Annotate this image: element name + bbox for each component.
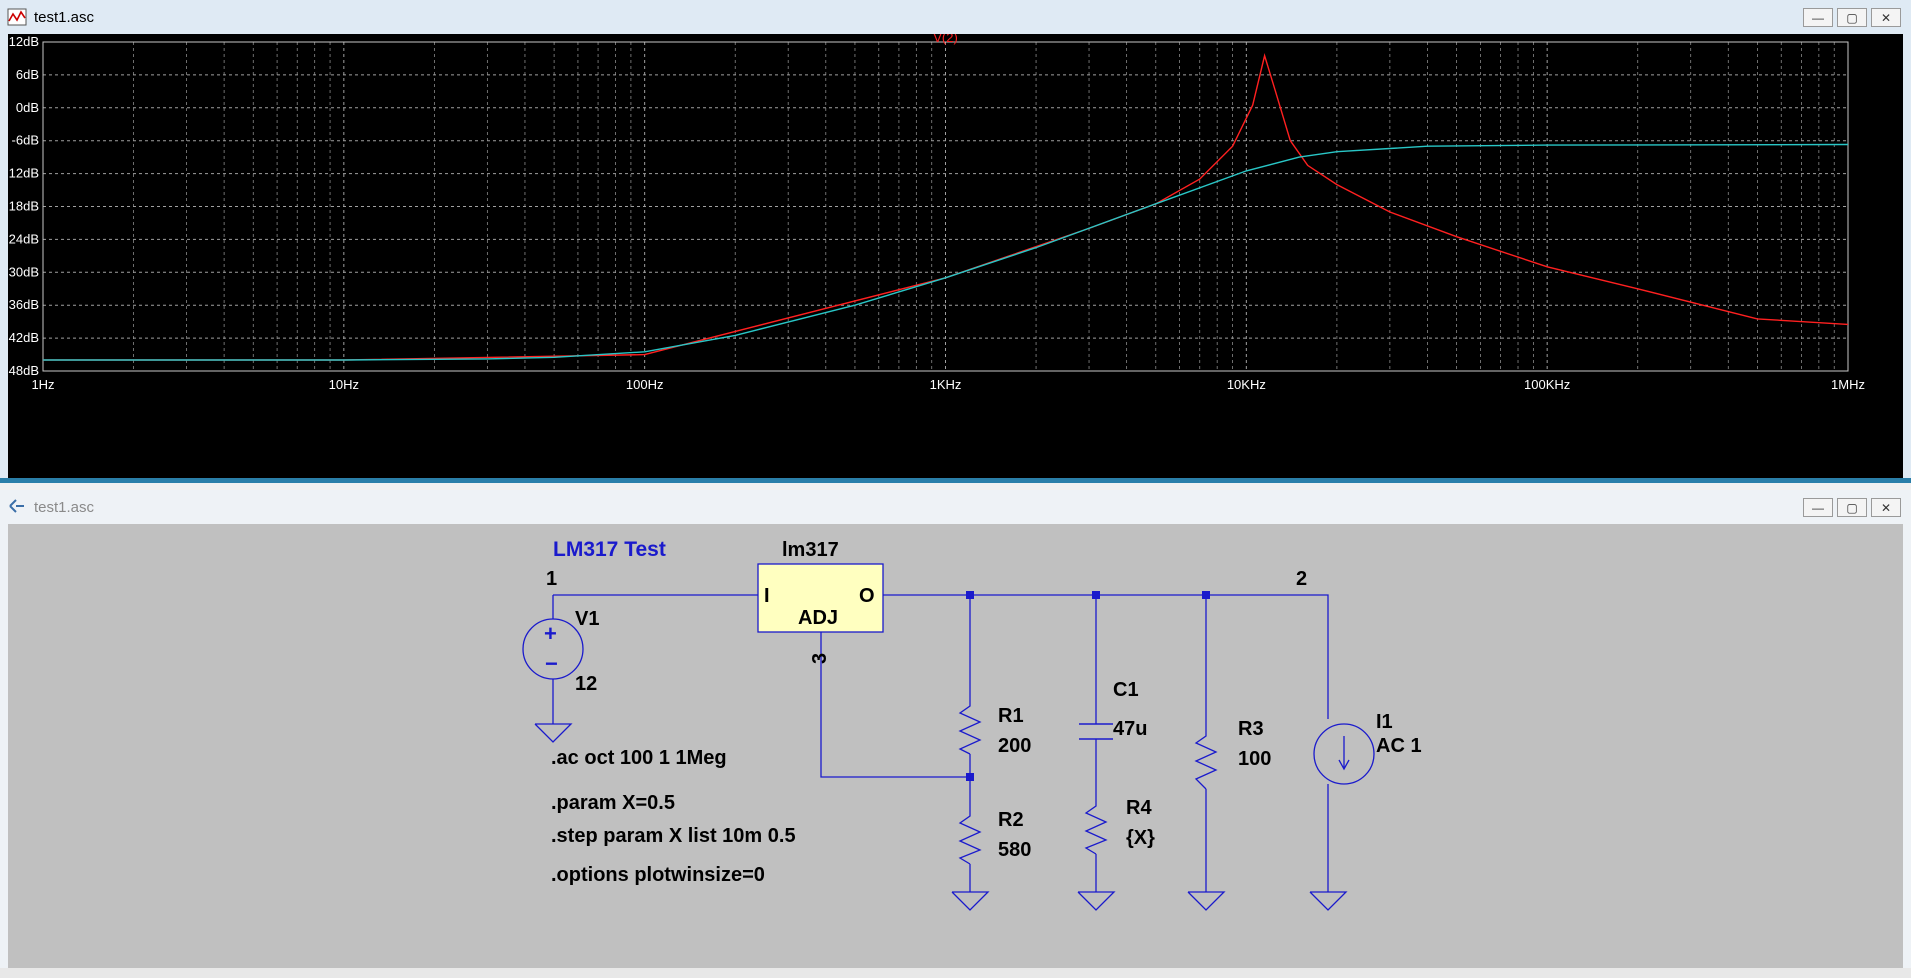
maximize-button[interactable]: ▢	[1837, 8, 1867, 27]
schematic-app-icon	[9, 499, 24, 513]
y-tick-label: -42dB	[8, 330, 39, 345]
y-tick-label: -30dB	[8, 264, 39, 279]
window-separator	[0, 478, 1911, 483]
schematic-title: LM317 Test	[553, 538, 666, 561]
r2-value: 580	[998, 839, 1031, 861]
minimize-button[interactable]: —	[1803, 8, 1833, 27]
pin-out-label: O	[859, 585, 875, 607]
r1-value: 200	[998, 735, 1031, 757]
y-tick-label: -36dB	[8, 297, 39, 312]
y-tick-label: -24dB	[8, 231, 39, 246]
plot-canvas[interactable]: 1Hz 10Hz 100Hz 1KHz 10KHz 100KHz 1MHz 12dB 6dB 0d…	[4, 30, 1903, 478]
current-source-i1[interactable]: I1 AC 1	[1313, 711, 1422, 785]
bode-plot[interactable]: 1Hz 10Hz 100Hz 1KHz 10KHz 100KHz 1MHz 12dB 6dB 0d…	[4, 30, 1903, 478]
y-tick-label: 6dB	[16, 67, 39, 82]
x-tick-label: 1KHz	[930, 377, 962, 392]
capacitor-c1[interactable]: C1 47u	[1079, 679, 1147, 740]
spice-directive[interactable]: .ac oct 100 1 1Meg	[551, 747, 727, 769]
schematic-titlebar[interactable]: test1.asc — ▢ ✕	[0, 490, 1911, 524]
c1-name: C1	[1113, 679, 1139, 701]
plot-titlebar[interactable]: test1.asc — ▢ ✕	[0, 0, 1911, 34]
status-strip	[0, 968, 1911, 978]
ground-symbol	[1187, 891, 1226, 911]
spice-directive[interactable]: .param X=0.5	[551, 792, 675, 814]
pin-in-label: I	[764, 585, 770, 607]
junction-dot	[1202, 591, 1210, 599]
y-tick-label: -12dB	[8, 166, 39, 181]
i1-name: I1	[1376, 711, 1393, 733]
lm317-regulator[interactable]: lm317 I O ADJ	[757, 539, 884, 633]
plot-window: test1.asc — ▢ ✕ 1Hz 10Hz 100Hz 1KHz 10KHz 100…	[0, 0, 1911, 480]
waveform-app-icon	[7, 8, 27, 26]
pin-adj-label: ADJ	[798, 607, 838, 629]
v1-minus-symbol: −	[545, 651, 558, 676]
v1-plus-symbol: +	[544, 621, 557, 646]
v1-name: V1	[575, 608, 599, 630]
node-label-2: 2	[1296, 568, 1307, 590]
i1-value: AC 1	[1376, 735, 1422, 757]
y-tick-label: 0dB	[16, 100, 39, 115]
ground-symbol	[534, 723, 573, 743]
wire-adj[interactable]	[820, 632, 970, 778]
node-label-3: 3	[809, 653, 831, 664]
regulator-name: lm317	[782, 539, 839, 561]
resistor-r3[interactable]: R3 100	[1194, 718, 1271, 790]
junction-dot	[966, 591, 974, 599]
r4-value: {X}	[1126, 827, 1155, 849]
trace-title: V(2)	[933, 34, 958, 45]
spice-directive[interactable]: .step param X list 10m 0.5	[551, 825, 796, 847]
x-tick-label: 1Hz	[31, 377, 54, 392]
r4-name: R4	[1126, 797, 1152, 819]
x-tick-label: 10KHz	[1227, 377, 1266, 392]
x-tick-label: 10Hz	[329, 377, 359, 392]
r1-name: R1	[998, 705, 1024, 727]
resistor-r4[interactable]: R4 {X}	[1084, 797, 1155, 855]
x-tick-label: 1MHz	[1831, 377, 1865, 392]
y-tick-label: -18dB	[8, 199, 39, 214]
close-button[interactable]: ✕	[1871, 498, 1901, 517]
spice-directive[interactable]: .options plotwinsize=0	[551, 864, 765, 886]
ground-symbol	[1309, 891, 1348, 911]
ground-symbol	[951, 891, 990, 911]
junction-dot	[966, 773, 974, 781]
r3-name: R3	[1238, 718, 1264, 740]
schematic-canvas[interactable]: lm317 I O ADJ + − V1 12 R1 200 R2 580 C1…	[8, 524, 1903, 968]
x-tick-label: 100KHz	[1524, 377, 1570, 392]
ground-symbol	[1077, 891, 1116, 911]
v1-value: 12	[575, 673, 597, 695]
resistor-r2[interactable]: R2 580	[958, 809, 1031, 865]
resistor-r1[interactable]: R1 200	[958, 699, 1031, 757]
node-label-1: 1	[546, 568, 557, 590]
r2-name: R2	[998, 809, 1024, 831]
c1-value: 47u	[1113, 718, 1147, 740]
schematic-window-title: test1.asc	[34, 498, 95, 516]
junction-dot	[1092, 591, 1100, 599]
voltage-source-v1[interactable]: + − V1 12	[522, 608, 599, 695]
y-tick-label: 12dB	[9, 34, 39, 49]
r3-value: 100	[1238, 748, 1271, 770]
close-button[interactable]: ✕	[1871, 8, 1901, 27]
y-tick-label: -6dB	[12, 133, 39, 148]
maximize-button[interactable]: ▢	[1837, 498, 1867, 517]
plot-window-title: test1.asc	[34, 8, 95, 26]
minimize-button[interactable]: —	[1803, 498, 1833, 517]
x-tick-label: 100Hz	[626, 377, 664, 392]
y-tick-label: -48dB	[8, 363, 39, 378]
schematic-drawing[interactable]: lm317 I O ADJ + − V1 12 R1 200 R2 580 C1…	[8, 524, 1903, 968]
wire-node-2[interactable]	[883, 594, 1329, 719]
